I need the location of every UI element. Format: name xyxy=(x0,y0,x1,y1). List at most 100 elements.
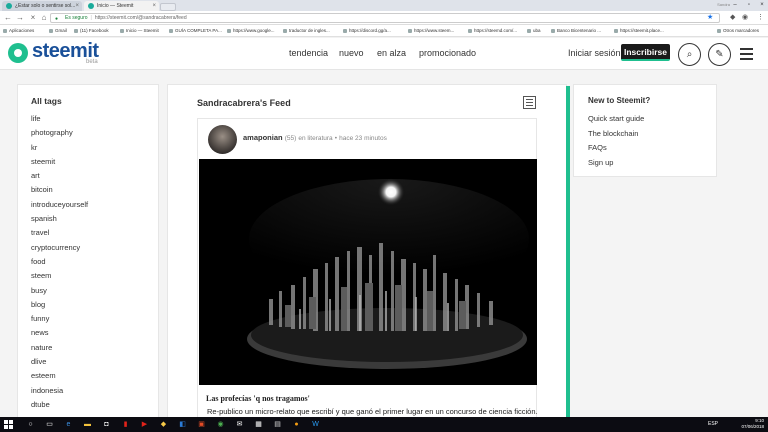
app-icon-blue[interactable]: ◧ xyxy=(178,420,187,429)
app-icon-gray[interactable]: ▤ xyxy=(273,420,282,429)
clock[interactable]: 9:10 07/06/2018 xyxy=(741,418,764,430)
tab-label: ¿Estar solo o sentirse sol... xyxy=(15,3,76,9)
tag-item[interactable]: spanish xyxy=(31,212,158,226)
tag-item[interactable]: esteem xyxy=(31,369,158,383)
netflix-icon[interactable]: ▮ xyxy=(121,420,130,429)
favicon-icon xyxy=(88,3,94,9)
extension-icon-2[interactable]: ◉ xyxy=(742,13,748,23)
calculator-icon[interactable]: ▦ xyxy=(254,420,263,429)
tag-item[interactable]: news xyxy=(31,326,158,340)
tag-item[interactable]: photography xyxy=(31,126,158,140)
post-excerpt[interactable]: Re-publico un micro-relato que escribí y… xyxy=(207,407,538,416)
blockchain-link[interactable]: The blockchain xyxy=(588,127,716,142)
stop-icon[interactable]: × xyxy=(28,13,38,23)
app-icon-word[interactable]: W xyxy=(311,420,320,429)
close-tab-icon[interactable]: × xyxy=(152,1,156,11)
signup-link[interactable]: Sign up xyxy=(588,156,716,171)
tag-item[interactable]: dlive xyxy=(31,355,158,369)
tag-item[interactable]: busy xyxy=(31,284,158,298)
tag-item[interactable]: kr xyxy=(31,141,158,155)
bookmark-uba[interactable]: uba xyxy=(527,25,541,36)
tags-sidebar: All tags life photography kr steemit art bitc… xyxy=(17,84,159,419)
store-icon[interactable]: ◘ xyxy=(102,420,111,429)
avatar[interactable] xyxy=(208,125,237,154)
mail-icon[interactable]: ✉ xyxy=(235,420,244,429)
tag-item[interactable]: nature xyxy=(31,341,158,355)
bookmark-steemd[interactable]: https://steemd.com/... xyxy=(468,25,517,36)
app-icon-orange[interactable]: ▣ xyxy=(197,420,206,429)
nav-tendencia[interactable]: tendencia xyxy=(289,48,328,58)
forward-icon[interactable]: → xyxy=(15,13,25,23)
tag-item[interactable]: indonesia xyxy=(31,384,158,398)
tab-estar-solo[interactable]: ¿Estar solo o sentirse sol... × xyxy=(2,1,82,11)
list-layout-icon[interactable] xyxy=(523,96,536,109)
search-icon[interactable]: ⌕ xyxy=(678,43,701,66)
bookmark-apps[interactable]: Aplicaciones xyxy=(3,25,34,36)
steemit-logo-icon[interactable] xyxy=(8,43,28,63)
tag-item[interactable]: travel xyxy=(31,226,158,240)
edge-icon[interactable]: e xyxy=(64,420,73,429)
nav-promocionado[interactable]: promocionado xyxy=(419,48,476,58)
quick-start-link[interactable]: Quick start guide xyxy=(588,112,716,127)
nav-nuevo[interactable]: nuevo xyxy=(339,48,364,58)
login-link[interactable]: Iniciar sesión xyxy=(568,48,621,58)
bookmark-banco[interactable]: Banco Bicentenario ... xyxy=(551,25,601,36)
signup-button[interactable]: Inscribirse xyxy=(621,44,670,61)
bookmark-discord[interactable]: https://discord.gg/a... xyxy=(343,25,391,36)
tab-inicio-steemit[interactable]: Inicio — Steemit × xyxy=(84,1,159,11)
chrome-icon[interactable]: ◉ xyxy=(216,420,225,429)
bookmark-gmail[interactable]: Gmail xyxy=(49,25,67,36)
app-icon-amber[interactable]: ● xyxy=(292,420,301,429)
post-time: hace 23 minutos xyxy=(339,135,387,142)
author-name[interactable]: amaponian xyxy=(243,133,283,142)
bookmark-google[interactable]: https://www.google... xyxy=(227,25,275,36)
browser-menu-icon[interactable]: ⋮ xyxy=(757,13,764,23)
post-card[interactable]: amaponian (55) en literatura • hace 23 m… xyxy=(197,118,538,428)
tags-title: All tags xyxy=(31,96,62,106)
tag-item[interactable]: blog xyxy=(31,298,158,312)
browser-toolbar: ← → × ⌂ ● Es seguro | https://steemit.com/… xyxy=(0,11,768,25)
app-icon-yellow[interactable]: ◆ xyxy=(159,420,168,429)
post-image[interactable] xyxy=(199,159,537,385)
bookmark-facebook[interactable]: (11) Facebook xyxy=(74,25,109,36)
address-bar[interactable]: ● Es seguro | https://steemit.com/@sandrac… xyxy=(50,13,720,23)
tag-item[interactable]: steemit xyxy=(31,155,158,169)
post-title[interactable]: Las profecías 'q nos tragamos' xyxy=(206,394,310,403)
bookmark-steemit-place[interactable]: https://steemit.place... xyxy=(614,25,664,36)
tag-item[interactable]: food xyxy=(31,255,158,269)
new-tab-button[interactable] xyxy=(160,3,176,11)
home-icon[interactable]: ⌂ xyxy=(39,13,49,23)
faqs-link[interactable]: FAQs xyxy=(588,141,716,156)
tag-item[interactable]: art xyxy=(31,169,158,183)
bookmark-steem[interactable]: https://www.steem... xyxy=(408,25,454,36)
task-view-icon[interactable]: ▭ xyxy=(45,420,54,429)
maximize-icon[interactable]: ▫ xyxy=(743,0,755,10)
app-icon-red[interactable]: ▶ xyxy=(140,420,149,429)
bookmark-guia[interactable]: GUÍA COMPLETA PA... xyxy=(169,25,222,36)
close-tab-icon[interactable]: × xyxy=(75,1,79,11)
nav-en-alza[interactable]: en alza xyxy=(377,48,406,58)
file-explorer-icon[interactable]: ▬ xyxy=(83,420,92,429)
separator: | xyxy=(90,15,92,21)
bookmark-steemit[interactable]: Inicio — Steemit xyxy=(120,25,159,36)
input-language[interactable]: ESP xyxy=(708,421,718,427)
bookmark-otros[interactable]: Otros marcadores xyxy=(717,25,759,36)
tag-item[interactable]: bitcoin xyxy=(31,183,158,197)
post-category[interactable]: en literatura xyxy=(298,135,332,142)
tag-item[interactable]: dtube xyxy=(31,398,158,412)
back-icon[interactable]: ← xyxy=(3,13,13,23)
bookmark-traductor[interactable]: traductor de ingles... xyxy=(283,25,330,36)
close-window-icon[interactable]: × xyxy=(756,0,768,10)
tag-item[interactable]: cryptocurrency xyxy=(31,241,158,255)
minimize-icon[interactable]: – xyxy=(729,0,741,10)
windows-start-icon[interactable] xyxy=(4,420,13,429)
tag-item[interactable]: funny xyxy=(31,312,158,326)
tag-item[interactable]: steem xyxy=(31,269,158,283)
hamburger-menu-icon[interactable] xyxy=(740,48,753,60)
bookmark-star-icon[interactable]: ★ xyxy=(707,13,713,23)
tag-item[interactable]: introduceyourself xyxy=(31,198,158,212)
tag-item[interactable]: life xyxy=(31,112,158,126)
extension-icon[interactable]: ◆ xyxy=(730,13,735,23)
search-icon[interactable]: ○ xyxy=(26,420,35,429)
pencil-icon[interactable]: ✎ xyxy=(708,43,731,66)
